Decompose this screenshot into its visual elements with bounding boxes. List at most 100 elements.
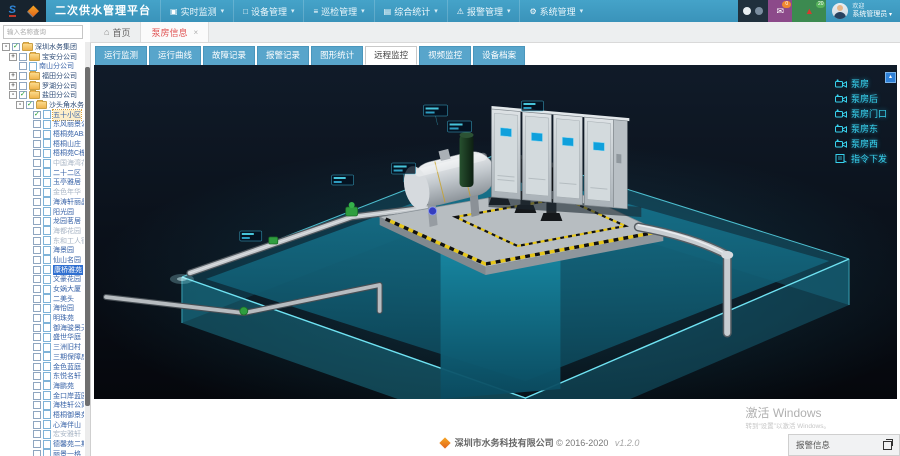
tree-checkbox[interactable] xyxy=(12,43,20,51)
tree-row[interactable]: 心海伴山 xyxy=(0,420,84,430)
tree-row[interactable]: 海怡园 xyxy=(0,304,84,314)
tree-expander-icon[interactable]: + xyxy=(9,72,17,80)
tree-checkbox[interactable] xyxy=(26,101,34,109)
tree-expander-icon[interactable]: + xyxy=(9,53,17,61)
tree-row[interactable]: - 盐田分公司 xyxy=(0,90,84,100)
tree-checkbox[interactable] xyxy=(33,314,41,322)
tree-checkbox[interactable] xyxy=(33,411,41,419)
tree-checkbox[interactable] xyxy=(33,333,41,341)
command-dispatch-item[interactable]: 指令下发 xyxy=(835,152,887,166)
tree-row[interactable]: 文豪花园 xyxy=(0,275,84,285)
tree-row[interactable]: 康桥雅苑 xyxy=(0,265,84,275)
subtab[interactable]: 运行监测 xyxy=(95,46,147,65)
camera-menu-item[interactable]: 泵房后 xyxy=(835,92,887,106)
tree-row[interactable]: 海涛轩丽晶阁 xyxy=(0,197,84,207)
tree-checkbox[interactable] xyxy=(33,111,41,119)
tree-row[interactable]: - 沙头角水务所 xyxy=(0,100,84,110)
tree-row[interactable]: 海都花园 xyxy=(0,226,84,236)
tree-checkbox[interactable] xyxy=(33,208,41,216)
tree-row[interactable]: 明珠苑 xyxy=(0,313,84,323)
tree-row[interactable]: 金口岸蓝园 xyxy=(0,391,84,401)
subtab[interactable]: 报警记录 xyxy=(257,46,309,65)
tree-row[interactable]: 阳光园 xyxy=(0,207,84,217)
tree-row[interactable]: 东风丽景公寓 xyxy=(0,120,84,130)
search-input[interactable] xyxy=(3,25,83,39)
tree-row[interactable]: 海鹏苑 xyxy=(0,381,84,391)
tree-checkbox[interactable] xyxy=(33,392,41,400)
tree-row[interactable]: 海景园 xyxy=(0,245,84,255)
tree-row[interactable]: 五十小区 xyxy=(0,110,84,120)
tree-checkbox[interactable] xyxy=(33,304,41,312)
alarm-button[interactable]: ▲ 20 xyxy=(792,0,826,22)
tree-checkbox[interactable] xyxy=(33,363,41,371)
tree-expander-icon[interactable]: + xyxy=(9,82,17,90)
tree-row[interactable]: 仙山名园 xyxy=(0,255,84,265)
tree-checkbox[interactable] xyxy=(33,178,41,186)
panel-toggle-icon[interactable]: ▴ xyxy=(885,72,896,83)
tree-expander-icon[interactable]: - xyxy=(16,101,24,109)
nav-menu-item[interactable]: ≡ 巡检管理 xyxy=(303,0,373,22)
tree-row[interactable]: 东悦名轩 xyxy=(0,371,84,381)
tab-pump-room-info[interactable]: 泵房信息 × xyxy=(140,22,209,42)
tree-row[interactable]: 中国海湾花园 xyxy=(0,158,84,168)
tree-checkbox[interactable] xyxy=(33,149,41,157)
tree-row[interactable]: 南山分公司 xyxy=(0,61,84,71)
scrollbar-thumb[interactable] xyxy=(85,67,90,406)
tree-checkbox[interactable] xyxy=(33,130,41,138)
tree-checkbox[interactable] xyxy=(33,169,41,177)
tree-expander-icon[interactable]: - xyxy=(2,43,10,51)
tree-row[interactable]: 玉亭雅居 xyxy=(0,178,84,188)
tree-checkbox[interactable] xyxy=(19,91,27,99)
tree-checkbox[interactable] xyxy=(33,198,41,206)
nav-menu-item[interactable]: ⚙ 系统管理 xyxy=(519,0,592,22)
tree-row[interactable]: - 深圳水务集团 xyxy=(0,42,84,52)
tree-row[interactable]: 盛世华庭 xyxy=(0,333,84,343)
tree-row[interactable]: 三洲旧村 xyxy=(0,342,84,352)
tree-checkbox[interactable] xyxy=(19,53,27,61)
bell-icon[interactable] xyxy=(755,7,763,15)
camera-menu-item[interactable]: 泵房门口 xyxy=(835,107,887,121)
tree-row[interactable]: 金色年华 xyxy=(0,187,84,197)
tree-row[interactable]: 梧桐御景苑 xyxy=(0,410,84,420)
nav-menu-item[interactable]: ▣ 实时监测 xyxy=(160,0,233,22)
tree-row[interactable]: 龙园茗居 xyxy=(0,216,84,226)
tree-checkbox[interactable] xyxy=(33,246,41,254)
tree-checkbox[interactable] xyxy=(33,324,41,332)
nav-menu-item[interactable]: □ 设备管理 xyxy=(233,0,303,22)
tab-home[interactable]: 首页 xyxy=(94,22,140,42)
user-menu[interactable]: 欢迎 系统管理员 xyxy=(826,0,900,22)
tree-row[interactable]: 金色蓝庭 xyxy=(0,362,84,372)
subtab[interactable]: 运行曲线 xyxy=(149,46,201,65)
tree-row[interactable]: 三期保障房C栋 xyxy=(0,352,84,362)
message-button[interactable]: ✉ 0 xyxy=(768,0,792,22)
subtab[interactable]: 视频监控 xyxy=(419,46,471,65)
tree-row[interactable]: 二美头 xyxy=(0,294,84,304)
tree-checkbox[interactable] xyxy=(33,401,41,409)
tree-checkbox[interactable] xyxy=(33,266,41,274)
tree-checkbox[interactable] xyxy=(33,382,41,390)
tree-row[interactable]: 梧桐苑AB栋 xyxy=(0,129,84,139)
camera-menu-item[interactable]: 泵房东 xyxy=(835,122,887,136)
tree-row[interactable]: 东和工人宿舍 xyxy=(0,236,84,246)
tree-checkbox[interactable] xyxy=(33,440,41,448)
subtab[interactable]: 故障记录 xyxy=(203,46,255,65)
tree-row[interactable]: 海桂轩公寓 xyxy=(0,400,84,410)
tree-row[interactable]: 丽景一格 xyxy=(0,449,84,456)
camera-menu-item[interactable]: 泵房 xyxy=(835,77,887,91)
tree-checkbox[interactable] xyxy=(33,256,41,264)
tree-checkbox[interactable] xyxy=(33,217,41,225)
tree-checkbox[interactable] xyxy=(33,159,41,167)
tree-checkbox[interactable] xyxy=(33,140,41,148)
tree-row[interactable]: + 罗湖分公司 xyxy=(0,81,84,91)
remote-control-3d-viewport[interactable]: 泵房 泵房后 泵房门口 泵房东 xyxy=(94,65,897,399)
nav-menu-item[interactable]: ▤ 综合统计 xyxy=(374,0,447,22)
tree-checkbox[interactable] xyxy=(33,120,41,128)
tree-row[interactable]: 宏安雅轩 xyxy=(0,430,84,440)
tree-row[interactable]: + 福田分公司 xyxy=(0,71,84,81)
tree-checkbox[interactable] xyxy=(33,285,41,293)
tree-checkbox[interactable] xyxy=(33,275,41,283)
tree-row[interactable]: 御海骏景天成轩 xyxy=(0,323,84,333)
nav-menu-item[interactable]: ⚠ 报警管理 xyxy=(447,0,520,22)
subtab[interactable]: 远程监控 xyxy=(365,46,417,65)
tree-row[interactable]: + 宝安分公司 xyxy=(0,52,84,62)
